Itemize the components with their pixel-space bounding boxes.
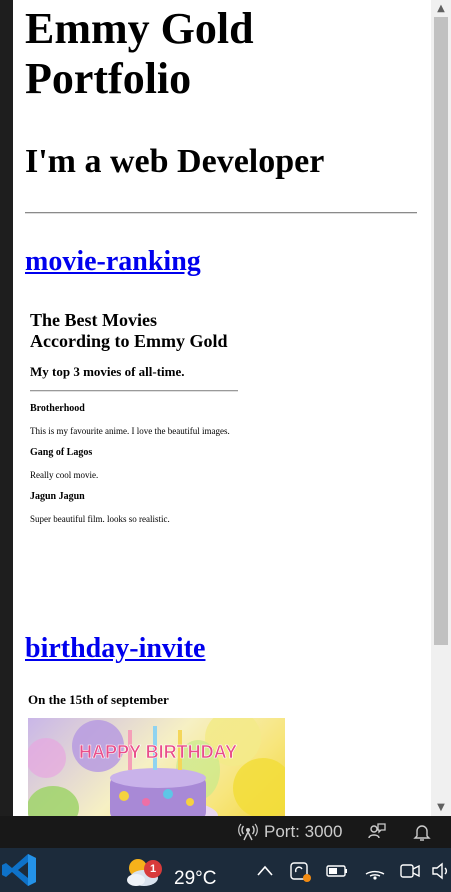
battery-icon[interactable] — [326, 860, 348, 882]
movies-subtitle: My top 3 movies of all-time. — [30, 364, 185, 379]
port-status[interactable]: Port: 3000 — [238, 816, 342, 848]
port-label: Port: 3000 — [264, 822, 343, 841]
movies-title: The Best Movies According to Emmy Gold — [30, 310, 270, 352]
movie-description: This is my favourite anime. I love the b… — [30, 426, 230, 436]
movies-divider — [30, 390, 238, 392]
birthday-date: On the 15th of september — [28, 692, 169, 707]
vscode-icon[interactable] — [0, 850, 40, 890]
movie-ranking-link[interactable]: movie-ranking — [25, 246, 201, 278]
cake-topper-text: HAPPY BIRTHDAY — [79, 742, 237, 762]
movie-name: Gang of Lagos — [30, 447, 93, 458]
scroll-up-arrow-icon[interactable]: ▲ — [431, 0, 451, 17]
movie-name: Jagun Jagun — [30, 491, 85, 502]
vscode-status-bar: Port: 3000 — [0, 816, 451, 848]
divider — [25, 212, 417, 214]
site-subtitle: I'm a web Developer — [25, 143, 325, 180]
feedback-icon[interactable] — [367, 822, 387, 842]
site-title: Emmy Gold Portfolio — [25, 4, 254, 104]
movies-title-line-2: According to Emmy Gold — [30, 331, 228, 351]
browser-preview: Emmy Gold Portfolio I'm a web Developer … — [13, 0, 431, 816]
volume-icon[interactable] — [430, 860, 451, 882]
camera-icon[interactable] — [399, 860, 421, 882]
bell-icon[interactable] — [412, 822, 432, 842]
birthday-cake-graphic: HAPPY BIRTHDAY — [28, 718, 285, 816]
temperature-label[interactable]: 29°C — [174, 868, 216, 890]
movie-description: Really cool movie. — [30, 470, 99, 480]
editor-edge — [0, 0, 13, 816]
movie-ranking-preview: The Best Movies According to Emmy Gold M… — [25, 298, 285, 538]
birthday-invite-preview: On the 15th of september HAPPY BIRTHDAY — [25, 684, 295, 816]
site-title-line-2: Portfolio — [25, 54, 192, 103]
movies-title-line-1: The Best Movies — [30, 310, 157, 330]
windows-taskbar: 1 29°C — [0, 848, 451, 892]
site-title-line-1: Emmy Gold — [25, 4, 254, 53]
birthday-cake-image: HAPPY BIRTHDAY — [28, 718, 285, 816]
birthday-invite-link[interactable]: birthday-invite — [25, 633, 205, 665]
scroll-thumb[interactable] — [434, 17, 448, 645]
wifi-icon[interactable] — [364, 860, 386, 882]
broadcast-icon — [238, 823, 258, 841]
chevron-up-icon[interactable] — [254, 860, 276, 882]
weather-alert-badge: 1 — [144, 860, 162, 878]
scroll-down-arrow-icon[interactable]: ▼ — [431, 799, 451, 816]
onedrive-icon[interactable] — [289, 860, 311, 882]
movie-description: Super beautiful film. looks so realistic… — [30, 514, 170, 524]
movie-name: Brotherhood — [30, 403, 85, 414]
page-scrollbar[interactable]: ▲ ▼ — [431, 0, 451, 816]
